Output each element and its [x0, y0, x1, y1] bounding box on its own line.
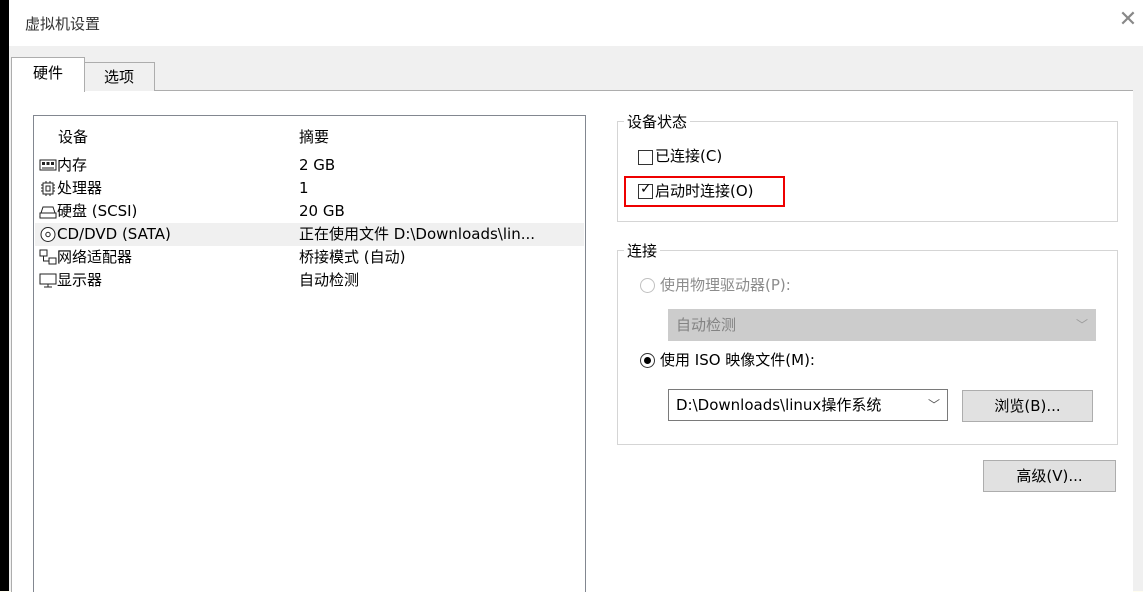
cd-dvd-icon — [40, 227, 56, 242]
iso-image-radio[interactable] — [640, 353, 655, 368]
connected-checkbox[interactable] — [638, 150, 653, 165]
device-status-title: 设备状态 — [624, 111, 691, 132]
connected-label[interactable]: 已连接(C) — [655, 145, 722, 166]
device-name: 内存 — [57, 156, 88, 174]
browse-button[interactable]: 浏览(B)... — [962, 390, 1093, 422]
processor-icon — [41, 181, 55, 196]
physical-drive-value: 自动检测 — [676, 316, 737, 334]
device-row-hard-disk[interactable]: 硬盘 (SCSI) 20 GB — [35, 200, 584, 223]
device-summary: 桥接模式 (自动) — [299, 248, 406, 266]
iso-path-value: D:\Downloads\linux操作系统 — [676, 396, 882, 414]
device-summary: 20 GB — [299, 202, 345, 220]
device-name: 处理器 — [57, 179, 103, 197]
close-icon[interactable]: ✕ — [1115, 7, 1141, 33]
device-row-network-adapter[interactable]: 网络适配器 桥接模式 (自动) — [35, 246, 584, 269]
title-bar: 虚拟机设置 ✕ — [9, 0, 1143, 46]
device-summary: 2 GB — [299, 156, 336, 174]
advanced-button[interactable]: 高级(V)... — [983, 460, 1116, 492]
highlight-box — [624, 176, 785, 207]
tab-options[interactable]: 选项 — [83, 62, 155, 91]
device-summary: 自动检测 — [299, 271, 360, 289]
monitor-icon — [39, 273, 57, 288]
physical-drive-radio[interactable] — [640, 278, 655, 293]
device-name: 硬盘 (SCSI) — [57, 202, 138, 220]
chevron-down-icon: ﹀ — [1075, 318, 1088, 332]
connection-title: 连接 — [624, 240, 661, 261]
left-edge-strip — [0, 0, 9, 591]
device-name: CD/DVD (SATA) — [57, 225, 171, 243]
network-adapter-icon — [39, 249, 57, 265]
device-row-processor[interactable]: 处理器 1 — [35, 177, 584, 200]
device-list[interactable]: 设备 摘要 内存 2 GB 处理器 1 硬盘 (SCSI) 20 GB CD/D… — [33, 115, 586, 592]
device-summary: 1 — [299, 179, 309, 197]
column-header-device[interactable]: 设备 — [58, 126, 88, 147]
memory-icon — [39, 159, 57, 171]
column-header-summary[interactable]: 摘要 — [299, 126, 329, 147]
device-row-monitor[interactable]: 显示器 自动检测 — [35, 269, 584, 292]
device-row-cd-dvd[interactable]: CD/DVD (SATA) 正在使用文件 D:\Downloads\lin... — [35, 223, 584, 246]
chevron-down-icon: ﹀ — [927, 398, 940, 412]
radio-selected-dot — [644, 357, 651, 364]
iso-image-label[interactable]: 使用 ISO 映像文件(M): — [660, 349, 815, 370]
hard-disk-icon — [39, 206, 57, 219]
physical-drive-label[interactable]: 使用物理驱动器(P): — [660, 274, 791, 295]
device-row-memory[interactable]: 内存 2 GB — [35, 154, 584, 177]
device-name: 网络适配器 — [57, 248, 133, 266]
iso-path-combobox[interactable]: D:\Downloads\linux操作系统 ﹀ — [668, 389, 948, 421]
physical-drive-select[interactable]: 自动检测 ﹀ — [668, 309, 1096, 341]
window-title: 虚拟机设置 — [25, 15, 101, 33]
device-summary: 正在使用文件 D:\Downloads\lin... — [299, 225, 536, 243]
device-name: 显示器 — [57, 271, 103, 289]
tab-hardware[interactable]: 硬件 — [11, 57, 85, 92]
